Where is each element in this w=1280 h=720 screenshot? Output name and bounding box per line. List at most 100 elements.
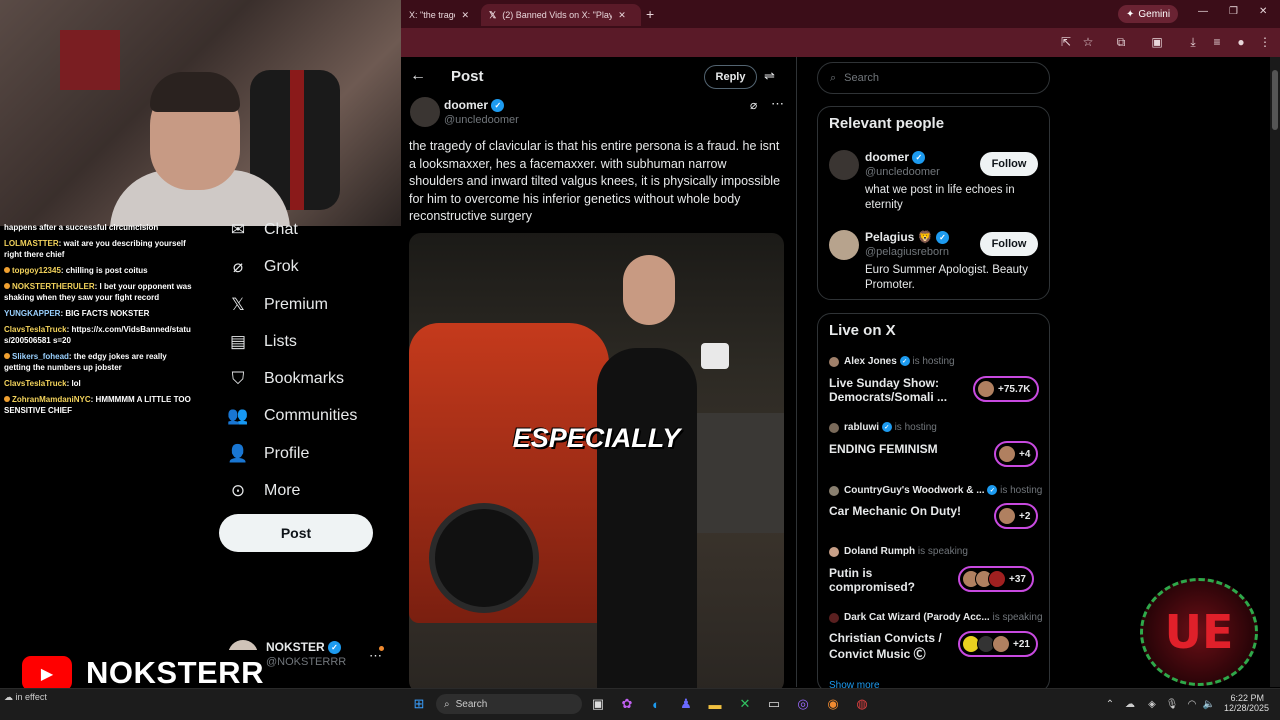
menu-icon[interactable]: ⋮ [1257,34,1273,50]
host-avatar [829,357,839,367]
post-video[interactable]: ESPECIALLY [409,233,784,693]
person-avatar[interactable] [829,150,859,180]
live-host[interactable]: Dark Cat Wizard (Parody Acc... is speaki… [844,612,1043,623]
live-host[interactable]: rabluwi ✓ is hosting [844,422,937,433]
live-title[interactable]: Car Mechanic On Duty! [829,504,979,518]
nav-item-grok[interactable]: ⌀ Grok [228,256,299,278]
live-title[interactable]: Live Sunday Show: Democrats/Somali ... [829,376,969,404]
volume-icon[interactable]: 🔈 [1199,694,1219,714]
listener-pill[interactable]: +37 [958,566,1034,592]
show-more-link[interactable]: Show more [829,680,880,688]
nav-label: Communities [264,407,358,424]
listener-count: +2 [1019,510,1031,522]
nav-item-chat[interactable]: ✉ Chat [228,219,298,241]
star-icon[interactable]: ☆ [1080,34,1096,50]
nav-item-more[interactable]: ⊙ More [228,480,301,502]
live-host-name: rabluwi [844,422,880,433]
chrome-icon[interactable]: ◍ [852,694,872,714]
new-tab-button[interactable]: + [646,6,654,22]
chat-user: LOLMASTTER [4,239,59,248]
gemini-button[interactable]: ✦ Gemini [1118,5,1179,23]
edge-icon[interactable]: ◐ [646,694,666,714]
author-name[interactable]: doomer ✓ [444,98,505,113]
listener-pill[interactable]: +2 [994,503,1039,529]
xbox-icon[interactable]: ✕ [735,694,755,714]
relevant-people-title: Relevant people [829,115,945,132]
nav-item-premium[interactable]: 𝕏 Premium [228,294,328,316]
close-window-button[interactable]: ✕ [1259,6,1267,17]
live-title[interactable]: Christian Convicts / Convict Music Ⓒ [829,631,949,662]
author-avatar[interactable] [410,97,440,127]
grok-icon[interactable]: ⌀ [750,98,757,112]
badge-icon [4,353,10,359]
clock-time: 6:22 PM [1230,693,1264,703]
terminal-icon[interactable]: ▭ [764,694,784,714]
search-input[interactable]: ⌕ Search [817,62,1050,94]
browser-tab-1[interactable]: X: "the tragedy c ✕ [401,4,477,26]
file-explorer-icon[interactable]: ▬ [705,694,725,714]
listener-count: +21 [1013,638,1030,650]
clock[interactable]: 6:22 PM 12/28/2025 [1224,693,1269,713]
chat-message: YUNGKAPPER: BIG FACTS NOKSTER [0,308,196,319]
mail-icon: ✉ [230,220,246,239]
task-view-icon[interactable]: ▣ [588,694,608,714]
listener-pill[interactable]: +21 [958,631,1038,657]
chat-user: YUNGKAPPER [4,309,61,318]
follow-button[interactable]: Follow [980,152,1038,176]
scrollbar-track[interactable] [1270,57,1280,687]
account-name[interactable]: NOKSTER ✓ [266,640,342,655]
app-icon[interactable]: ◎ [793,694,813,714]
live-status: is hosting [894,422,937,433]
tray-chevron-icon[interactable]: ⌃ [1100,694,1120,714]
nav-item-profile[interactable]: 👤 Profile [227,443,309,465]
live-host[interactable]: Doland Rumph is speaking [844,546,968,557]
person-name[interactable]: doomer ✓ [865,150,926,165]
live-host[interactable]: Alex Jones ✓ is hosting [844,356,955,367]
sidebar-icon[interactable]: ▣ [1149,34,1165,50]
windows-start-icon[interactable]: ⊞ [409,694,429,714]
reply-button[interactable]: Reply [704,65,757,89]
live-host[interactable]: CountryGuy's Woodwork & ... ✓ is hosting [844,485,1042,496]
bookmark-icon: ⛉ [231,369,245,388]
follow-button[interactable]: Follow [980,232,1038,256]
copilot-icon[interactable]: ✿ [617,694,637,714]
streamer-hair [150,72,240,112]
close-icon[interactable]: ✕ [461,10,469,21]
teams-icon[interactable]: ♟ [676,694,696,714]
maximize-button[interactable]: ❐ [1229,6,1238,17]
live-title[interactable]: Putin is compromised? [829,566,939,594]
taskbar-notice: ☁ in effect [4,692,47,703]
person-avatar[interactable] [829,230,859,260]
tray-app-icon[interactable]: ☁ [1120,694,1140,714]
reading-list-icon[interactable]: ≡ [1209,34,1225,50]
listener-pill[interactable]: +4 [994,441,1039,467]
live-host-name: Dark Cat Wizard (Parody Acc... [844,612,990,623]
person-name[interactable]: Pelagius 🦁 ✓ [865,230,949,245]
profile-icon[interactable]: ● [1233,34,1249,50]
extensions-icon[interactable]: ⧉ [1113,34,1129,50]
close-icon[interactable]: ✕ [618,10,626,21]
download-icon[interactable]: ⤓ [1185,34,1201,50]
listener-pill[interactable]: +75.7K [973,376,1039,402]
post-button[interactable]: Post [219,514,373,552]
browser-tab-2[interactable]: 𝕏 (2) Banned Vids on X: "Play stu ✕ [481,4,641,26]
back-arrow-icon[interactable]: ← [410,67,426,85]
cast-icon[interactable]: ⇱ [1058,34,1074,50]
app-icon-2[interactable]: ◉ [823,694,843,714]
minimize-button[interactable]: — [1198,6,1208,17]
microphone-icon[interactable]: 🎙 [1162,694,1182,714]
tray-app-icon-2[interactable]: ◈ [1142,694,1162,714]
person-handle: @uncledoomer [865,166,940,178]
live-title[interactable]: ENDING FEMINISM [829,442,969,456]
live-status: is speaking [917,546,968,557]
nav-label: Premium [264,296,329,313]
more-icon[interactable]: ⋯ [771,96,784,112]
scrollbar-thumb[interactable] [1272,70,1278,130]
more-circle-icon: ⊙ [230,481,246,500]
taskbar-search[interactable]: ⌕ Search [436,694,582,714]
nav-item-lists[interactable]: ▤ Lists [228,331,297,353]
nav-item-bookmarks[interactable]: ⛉ Bookmarks [228,368,344,390]
nav-item-communities[interactable]: 👥 Communities [227,405,358,427]
filter-icon[interactable]: ⇌ [764,68,775,84]
account-handle: @NOKSTERRR [266,656,347,668]
